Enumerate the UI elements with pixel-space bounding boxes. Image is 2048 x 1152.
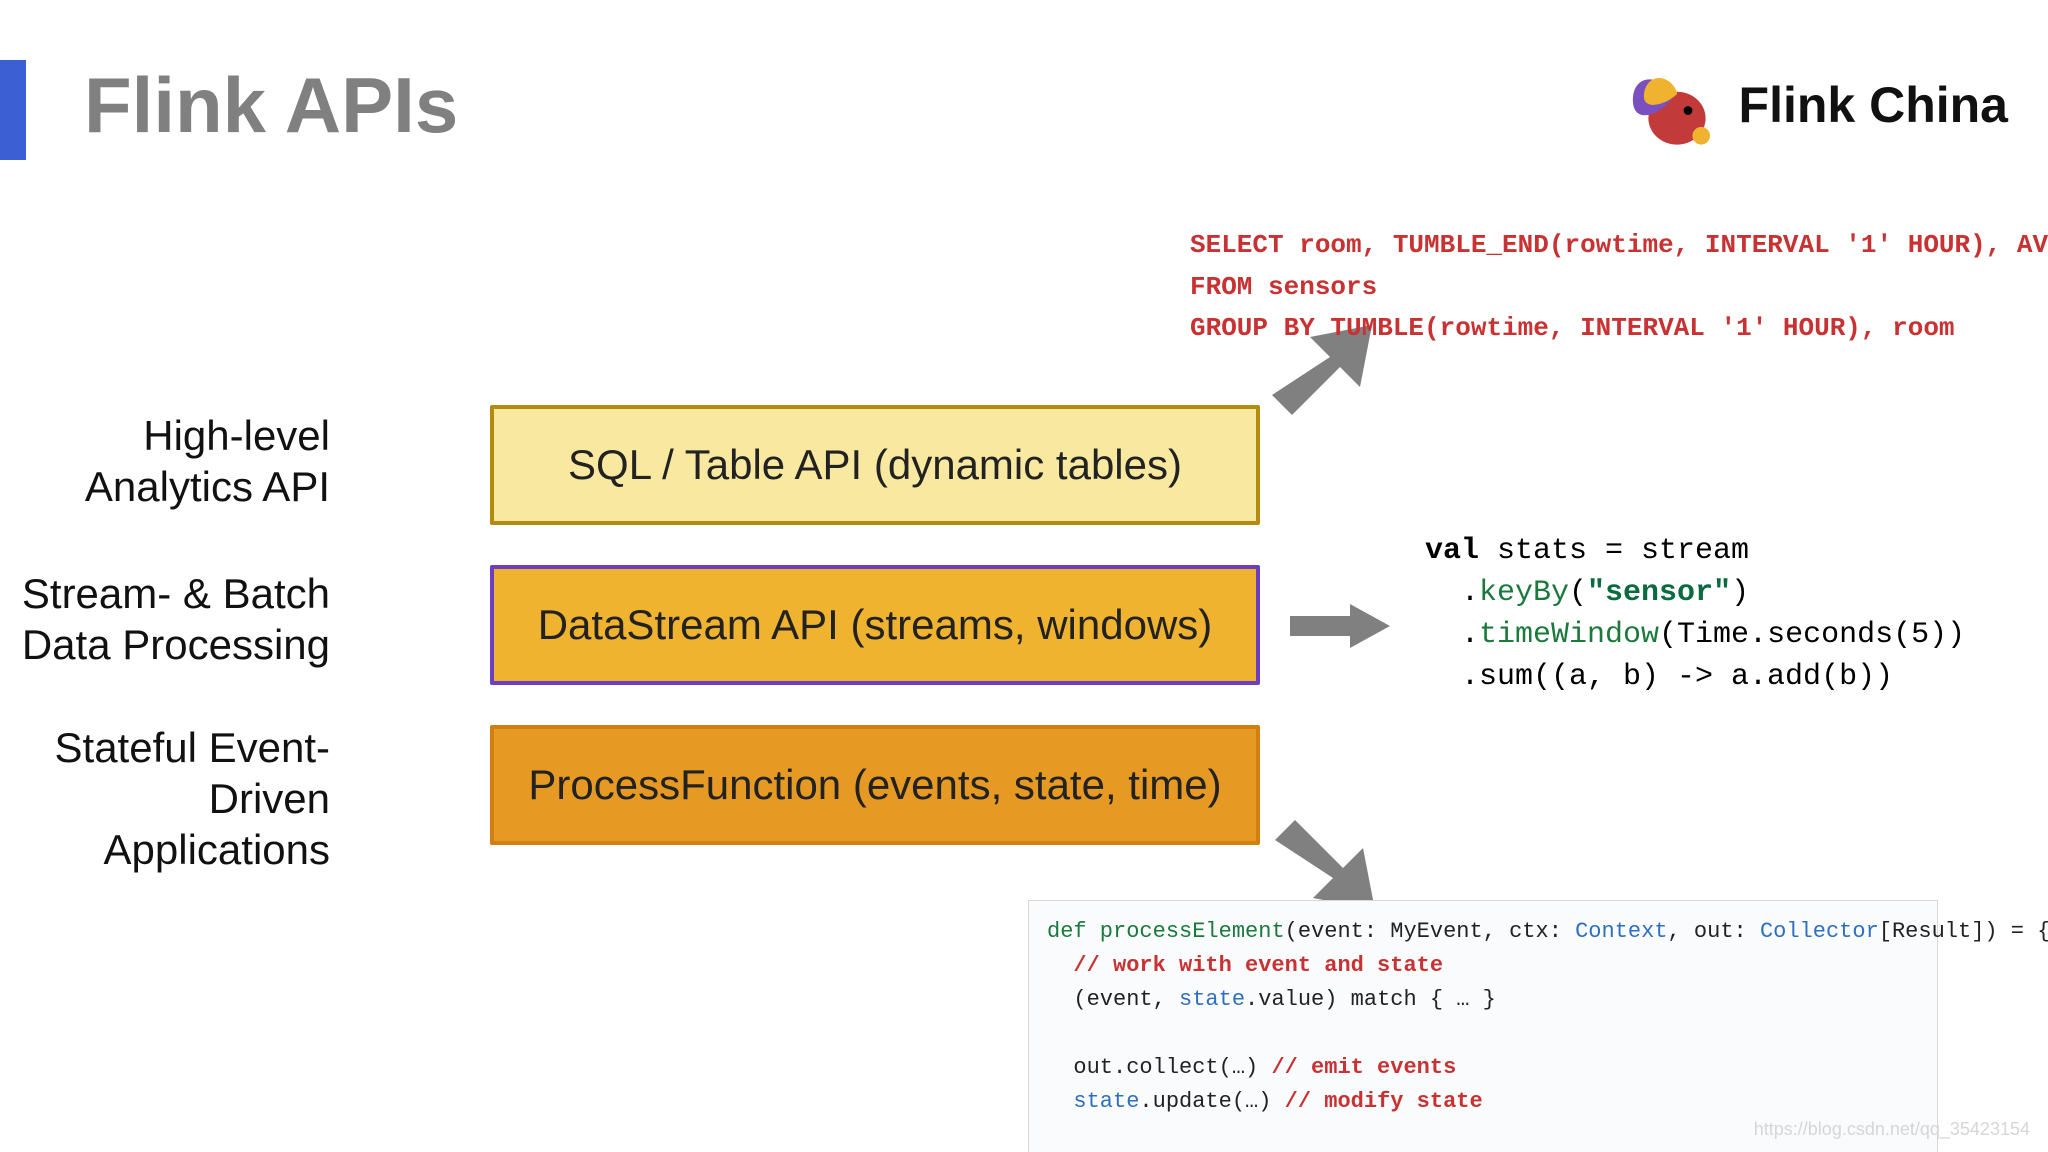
ds-keyby: keyBy: [1479, 576, 1569, 610]
box-sql-table-api: SQL / Table API (dynamic tables): [490, 405, 1260, 525]
sql-line3: GROUP BY TUMBLE(rowtime, INTERVAL '1' HO…: [1190, 313, 1955, 343]
ds-sum: .sum((a, b) -> a.add(b)): [1425, 660, 1893, 694]
box-datastream-api: DataStream API (streams, windows): [490, 565, 1260, 685]
ds-val-kw: val: [1425, 534, 1479, 568]
page-title: Flink APIs: [84, 60, 458, 151]
pf-ctx-type: Context: [1575, 919, 1667, 944]
pf-sig2: , out:: [1668, 919, 1760, 944]
pf-l2b: .value) match { … }: [1245, 987, 1496, 1012]
arrow-right-icon: [1290, 604, 1390, 648]
sql-line2: FROM sensors: [1190, 272, 1377, 302]
category-high-level: High-level Analytics API: [0, 410, 330, 512]
watermark-text: https://blog.csdn.net/qq_35423154: [1754, 1119, 2030, 1140]
sql-line1: SELECT room, TUMBLE_END(rowtime, INTERVA…: [1190, 230, 2048, 260]
pf-sig3: [Result]) = {: [1879, 919, 2048, 944]
ds-tw-args: (Time.seconds(5)): [1659, 618, 1965, 652]
arrow-down-right-icon: [1275, 820, 1375, 910]
pf-c3: // modify state: [1285, 1089, 1483, 1114]
flink-squirrel-icon: [1611, 50, 1721, 160]
brand-text: Flink China: [1739, 76, 2008, 134]
pf-l4a: [1047, 1089, 1073, 1114]
title-accent-bar: [0, 60, 26, 160]
code-processfunction: def processElement(event: MyEvent, ctx: …: [1028, 900, 1938, 1152]
category-stateful: Stateful Event- Driven Applications: [0, 722, 330, 876]
pf-l2a: (event,: [1047, 987, 1179, 1012]
pf-l4b: .update(…): [1139, 1089, 1284, 1114]
category-stream-batch: Stream- & Batch Data Processing: [0, 568, 330, 670]
ds-timewindow: timeWindow: [1479, 618, 1659, 652]
ds-decl: stats = stream: [1479, 534, 1749, 568]
pf-state2: state: [1073, 1089, 1139, 1114]
pf-state1: state: [1179, 987, 1245, 1012]
ds-sensor-str: "sensor": [1587, 576, 1731, 610]
brand-area: Flink China: [1611, 50, 2008, 160]
pf-c2: // emit events: [1271, 1055, 1456, 1080]
pf-proc: processElement: [1087, 919, 1285, 944]
pf-l3: out.collect(…): [1047, 1055, 1271, 1080]
box-processfunction: ProcessFunction (events, state, time): [490, 725, 1260, 845]
pf-sig1: (event: MyEvent, ctx:: [1285, 919, 1575, 944]
pf-coll-type: Collector: [1760, 919, 1879, 944]
pf-def: def: [1047, 919, 1087, 944]
code-datastream: val stats = stream .keyBy("sensor") .tim…: [1425, 530, 1965, 698]
pf-c1: // work with event and state: [1047, 953, 1443, 978]
code-sql: SELECT room, TUMBLE_END(rowtime, INTERVA…: [1190, 225, 2048, 350]
